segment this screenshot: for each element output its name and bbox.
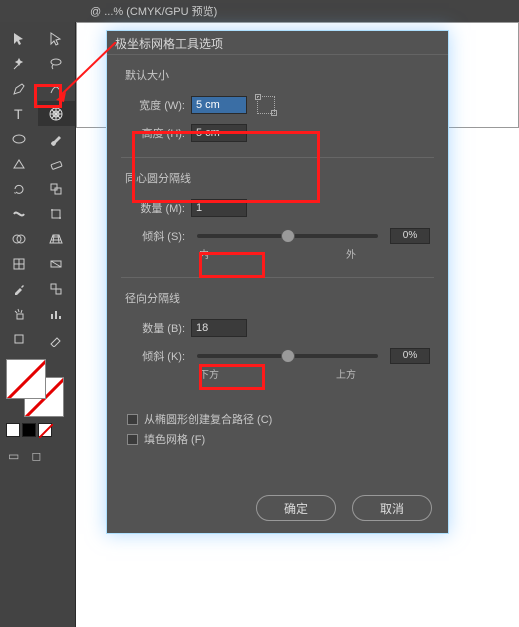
toolbox: T ▭ ◻ — [0, 22, 76, 627]
doc-title: @ ...% (CMYK/GPU 预览) — [90, 3, 217, 19]
draw-mode-icon[interactable]: ◻ — [31, 449, 41, 463]
ellipse-tool[interactable] — [0, 126, 38, 151]
concentric-skew-value[interactable]: 0% — [390, 228, 430, 244]
free-transform-tool[interactable] — [38, 201, 76, 226]
group-title: 径向分隔线 — [121, 290, 434, 306]
dialog-title: 极坐标网格工具选项 — [107, 31, 448, 55]
shaper-tool[interactable] — [0, 151, 38, 176]
shape-builder-tool[interactable] — [0, 226, 38, 251]
width-label: 宽度 (W): — [125, 97, 185, 113]
skew-right-label: 外 — [346, 246, 356, 261]
checkbox-icon[interactable] — [127, 414, 138, 425]
default-size-group: 默认大小 宽度 (W): 5 cm 高度 (H): 5 cm — [121, 67, 434, 158]
fill-swatch[interactable] — [6, 359, 46, 399]
skew-left-label: 下方 — [199, 366, 219, 381]
concentric-skew-label: 倾斜 (S): — [125, 228, 185, 244]
radial-skew-label: 倾斜 (K): — [125, 348, 185, 364]
rotate-tool[interactable] — [0, 176, 38, 201]
radial-count-input[interactable]: 18 — [191, 319, 247, 337]
width-input[interactable]: 5 cm — [191, 96, 247, 114]
fill-label: 填色网格 (F) — [144, 431, 205, 447]
radial-count-label: 数量 (B): — [125, 320, 185, 336]
compound-label: 从椭圆形创建复合路径 (C) — [144, 411, 272, 427]
gradient-tool[interactable] — [38, 251, 76, 276]
compound-path-checkbox-row[interactable]: 从椭圆形创建复合路径 (C) — [121, 409, 434, 429]
column-graph-tool[interactable] — [38, 301, 76, 326]
screen-mode-icon[interactable]: ▭ — [8, 449, 19, 463]
eyedropper-tool[interactable] — [0, 276, 38, 301]
radial-group: 径向分隔线 数量 (B): 18 倾斜 (K): 0% 下方 上方 — [121, 290, 434, 397]
cancel-button[interactable]: 取消 — [352, 495, 432, 521]
concentric-skew-slider[interactable] — [197, 234, 378, 238]
concentric-count-label: 数量 (M): — [125, 200, 185, 216]
height-label: 高度 (H): — [125, 125, 185, 141]
artboard-tool[interactable] — [0, 326, 38, 351]
perspective-grid-tool[interactable] — [38, 226, 76, 251]
pen-tool[interactable] — [0, 76, 38, 101]
radial-skew-slider[interactable] — [197, 354, 378, 358]
scale-tool[interactable] — [38, 176, 76, 201]
reference-point-icon[interactable] — [257, 96, 275, 114]
type-tool[interactable]: T — [0, 101, 38, 126]
skew-left-label: 内 — [199, 246, 209, 261]
mini-fill[interactable] — [6, 423, 20, 437]
fill-grid-checkbox-row[interactable]: 填色网格 (F) — [121, 429, 434, 449]
concentric-group: 同心圆分隔线 数量 (M): 1 倾斜 (S): 0% 内 外 — [121, 170, 434, 278]
ok-button[interactable]: 确定 — [256, 495, 336, 521]
radial-skew-value[interactable]: 0% — [390, 348, 430, 364]
polar-grid-options-dialog: 极坐标网格工具选项 默认大小 宽度 (W): 5 cm 高度 (H): 5 cm… — [106, 30, 449, 534]
mini-gradient[interactable] — [22, 423, 36, 437]
mesh-tool[interactable] — [0, 251, 38, 276]
blend-tool[interactable] — [38, 276, 76, 301]
height-input[interactable]: 5 cm — [191, 124, 247, 142]
group-title: 同心圆分隔线 — [121, 170, 434, 186]
lasso-tool[interactable] — [38, 51, 76, 76]
eraser-tool[interactable] — [38, 151, 76, 176]
app-titlebar: @ ...% (CMYK/GPU 预览) — [0, 0, 519, 22]
paintbrush-tool[interactable] — [38, 126, 76, 151]
color-swatches[interactable] — [0, 355, 75, 441]
concentric-count-input[interactable]: 1 — [191, 199, 247, 217]
width-tool[interactable] — [0, 201, 38, 226]
magic-wand-tool[interactable] — [0, 51, 38, 76]
selection-tool[interactable] — [0, 26, 38, 51]
group-title: 默认大小 — [121, 67, 434, 83]
skew-right-label: 上方 — [336, 366, 356, 381]
curvature-tool[interactable] — [38, 76, 76, 101]
svg-text:T: T — [14, 106, 23, 122]
polar-grid-tool[interactable] — [38, 101, 76, 126]
slice-tool[interactable] — [38, 326, 76, 351]
direct-selection-tool[interactable] — [38, 26, 76, 51]
checkbox-icon[interactable] — [127, 434, 138, 445]
mini-none[interactable] — [38, 423, 52, 437]
symbol-sprayer-tool[interactable] — [0, 301, 38, 326]
